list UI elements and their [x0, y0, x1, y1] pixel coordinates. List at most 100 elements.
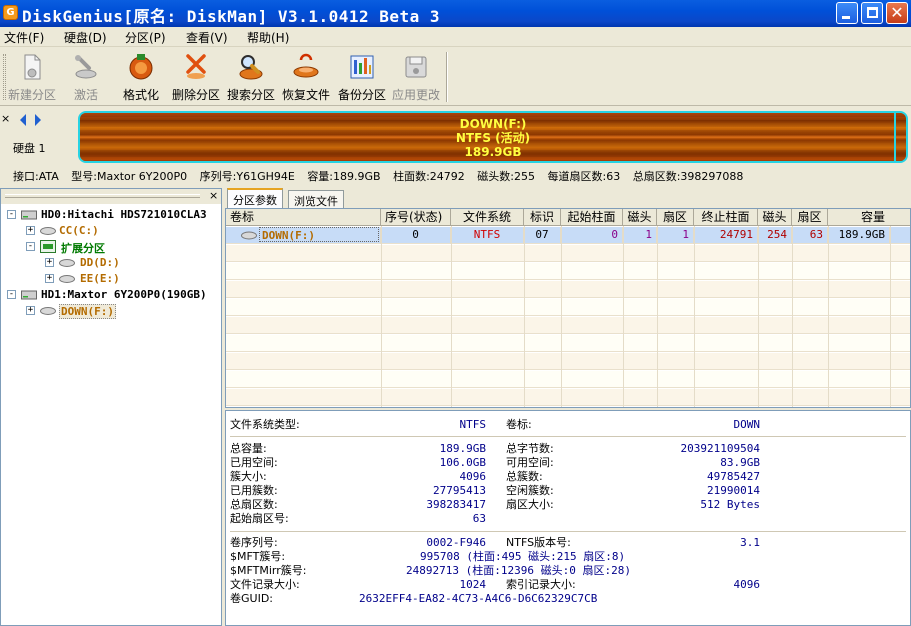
fs-type-label: 文件系统类型: [230, 418, 300, 431]
backup-partition-label: 备份分区 [337, 88, 386, 102]
maximize-button[interactable] [861, 2, 883, 24]
format-button[interactable]: 格式化 [113, 50, 169, 104]
table-header: 卷标 序号(状态) 文件系统 标识 起始柱面 磁头 扇区 终止柱面 磁头 扇区 … [226, 209, 910, 226]
mftmirr-cluster-label: $MFTMirr簇号: [230, 564, 307, 577]
col-volume-label[interactable]: 卷标 [226, 209, 381, 226]
apply-changes-button[interactable]: 应用更改 [388, 50, 444, 104]
toolbar-separator [446, 52, 448, 102]
format-icon [129, 54, 153, 80]
disk-cylinders: 柱面数:24792 [393, 170, 465, 183]
backup-partition-icon [350, 55, 374, 79]
row-volume-label: DOWN(F:) [259, 227, 379, 242]
next-disk-icon[interactable] [33, 113, 43, 127]
cell-id: 07 [524, 227, 561, 244]
cell-volume-label: DOWN(F:) [226, 227, 381, 244]
partition-info-panel: 文件系统类型: NTFS 卷标: DOWN 总容量: 189.9GB 已用空间:… [225, 410, 911, 626]
expand-icon[interactable]: + [26, 306, 35, 315]
activate-label: 激活 [73, 88, 98, 102]
table-row[interactable]: DOWN(F:) 0 NTFS 07 0 1 1 24791 254 63 18… [226, 227, 910, 244]
delete-partition-button[interactable]: 删除分区 [168, 50, 224, 104]
grid-line [890, 226, 891, 407]
disk-capacity: 容量:189.9GB [307, 170, 381, 183]
delete-partition-label: 删除分区 [171, 88, 220, 102]
col-start-cylinder[interactable]: 起始柱面 [561, 209, 623, 226]
tree-panel-grip[interactable] [5, 194, 200, 198]
partition-bar-name: DOWN(F:) [459, 117, 527, 131]
tab-partition-params[interactable]: 分区参数 [227, 188, 283, 208]
cell-start-head: 1 [623, 227, 657, 244]
col-end-cylinder[interactable]: 终止柱面 [694, 209, 758, 226]
used-clusters-value: 27795413 [433, 484, 486, 497]
partition-bar-endcap [894, 113, 906, 161]
title-bar[interactable]: G DiskGenius[原名: DiskMan] V3.1.0412 Beta… [0, 0, 911, 27]
tree-item-label: DD(D:) [80, 256, 120, 269]
menu-disk[interactable]: 硬盘(D) [64, 29, 107, 46]
cluster-size-value: 4096 [459, 470, 487, 483]
close-button[interactable]: ✕ [886, 2, 908, 24]
menu-help[interactable]: 帮助(H) [247, 29, 289, 46]
window-title: DiskGenius[原名: DiskMan] V3.1.0412 Beta 3 [22, 7, 441, 26]
activate-button[interactable]: 激活 [58, 50, 114, 104]
expand-icon[interactable]: + [45, 258, 54, 267]
col-end-head[interactable]: 磁头 [758, 209, 792, 226]
delete-partition-icon [186, 54, 206, 79]
search-partition-button[interactable]: 搜索分区 [223, 50, 279, 104]
collapse-icon[interactable]: - [7, 210, 16, 219]
volume-label-value: DOWN [733, 418, 761, 431]
partition-bar-size: 189.9GB [464, 145, 522, 159]
app-icon[interactable]: G [3, 5, 18, 20]
menu-partition[interactable]: 分区(P) [125, 29, 166, 46]
expand-icon[interactable]: + [26, 226, 35, 235]
col-start-head[interactable]: 磁头 [623, 209, 657, 226]
partition-bar[interactable]: DOWN(F:) NTFS (活动) 189.9GB [78, 111, 908, 163]
partition-icon [59, 259, 75, 267]
disk-tree-panel: × - HD0:Hitachi HDS721010CLA3 + CC(C:) -… [0, 188, 222, 626]
new-partition-button[interactable]: 新建分区 [4, 50, 60, 104]
total-clusters-value: 49785427 [707, 470, 760, 483]
previous-disk-icon[interactable] [18, 113, 28, 127]
disk-map-close-icon[interactable]: × [1, 112, 10, 125]
total-sectors-label: 总扇区数: [230, 498, 278, 511]
total-bytes-value: 203921109504 [680, 442, 760, 455]
format-label: 格式化 [122, 88, 159, 102]
hard-disk-icon [21, 210, 37, 220]
sector-size-label: 扇区大小: [506, 498, 554, 511]
sector-size-value: 512 Bytes [700, 498, 760, 511]
disk-sectors-per-track: 每道扇区数:63 [547, 170, 621, 183]
grid-line [828, 226, 829, 407]
grid-line [623, 226, 624, 407]
start-sector-label: 起始扇区号: [230, 512, 289, 525]
search-partition-icon [239, 55, 263, 80]
tab-browse-files[interactable]: 浏览文件 [288, 190, 344, 208]
collapse-icon[interactable]: - [26, 242, 35, 251]
apply-changes-label: 应用更改 [391, 88, 440, 102]
col-capacity[interactable]: 容量 [828, 209, 910, 226]
used-space-value: 106.0GB [439, 456, 486, 469]
total-capacity-value: 189.9GB [439, 442, 486, 455]
col-id[interactable]: 标识 [524, 209, 561, 226]
collapse-icon[interactable]: - [7, 290, 16, 299]
tree-panel-close-icon[interactable]: × [209, 189, 218, 202]
new-partition-icon [24, 54, 41, 80]
minimize-button[interactable] [836, 2, 858, 24]
col-end-sector[interactable]: 扇区 [792, 209, 828, 226]
partition-bar-text: DOWN(F:) NTFS (活动) 189.9GB [80, 117, 906, 159]
ntfs-version-value: 3.1 [740, 536, 760, 549]
menu-file[interactable]: 文件(F) [4, 29, 44, 46]
expand-icon[interactable]: + [45, 274, 54, 283]
disk-serial: 序列号:Y61GH94E [199, 170, 295, 183]
grid-line [451, 226, 452, 407]
new-partition-label: 新建分区 [7, 88, 56, 102]
recover-files-button[interactable]: 恢复文件 [278, 50, 334, 104]
disk-info: 接口:ATA 型号:Maxtor 6Y200P0 序列号:Y61GH94E 容量… [13, 168, 752, 184]
tree-item-label: EE(E:) [80, 272, 120, 285]
mftmirr-cluster-value: 24892713 (柱面:12396 磁头:0 扇区:28) [406, 564, 631, 577]
backup-partition-button[interactable]: 备份分区 [334, 50, 390, 104]
col-file-system[interactable]: 文件系统 [451, 209, 524, 226]
menu-view[interactable]: 查看(V) [186, 29, 228, 46]
partition-icon [40, 227, 56, 235]
partition-bar-fs: NTFS (活动) [455, 131, 531, 145]
empty-row [226, 317, 910, 334]
col-start-sector[interactable]: 扇区 [657, 209, 694, 226]
col-index-status[interactable]: 序号(状态) [381, 209, 451, 226]
